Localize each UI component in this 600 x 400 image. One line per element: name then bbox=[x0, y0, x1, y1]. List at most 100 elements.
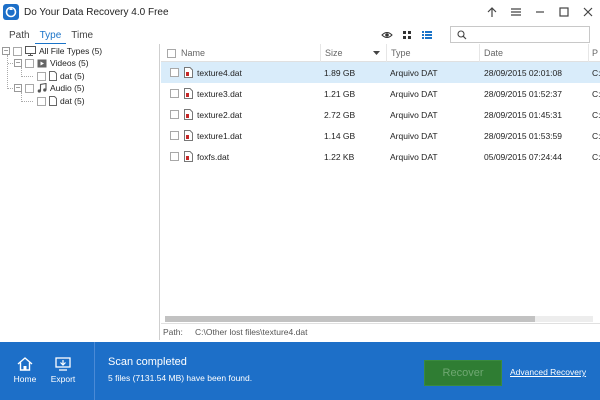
file-date: 28/09/2015 01:45:31 bbox=[484, 109, 562, 120]
file-icon bbox=[49, 96, 57, 106]
path-value: C:\Other lost files\texture4.dat bbox=[195, 326, 308, 337]
minimize-button[interactable] bbox=[528, 0, 552, 24]
list-view-icon bbox=[422, 31, 432, 39]
column-label: Size bbox=[325, 48, 343, 58]
file-name: texture3.dat bbox=[197, 88, 242, 99]
close-button[interactable] bbox=[576, 0, 600, 24]
file-size: 1.14 GB bbox=[324, 130, 356, 141]
scan-summary: 5 files (7131.54 MB) have been found. bbox=[108, 373, 253, 383]
file-table-body: texture4.dat 1.89 GB Arquivo DAT 28/09/2… bbox=[161, 62, 600, 167]
file-size: 2.72 GB bbox=[324, 109, 356, 120]
file-path: C: bbox=[592, 109, 600, 120]
column-header-size[interactable]: Size bbox=[321, 44, 387, 62]
window-title: Do Your Data Recovery 4.0 Free bbox=[24, 6, 169, 18]
horizontal-scrollbar[interactable] bbox=[165, 316, 593, 322]
checkbox[interactable] bbox=[13, 46, 22, 56]
maximize-icon bbox=[559, 7, 569, 17]
export-label: Export bbox=[50, 374, 76, 384]
collapse-toggle[interactable]: − bbox=[14, 59, 22, 67]
file-icon bbox=[184, 67, 193, 78]
file-name: texture2.dat bbox=[197, 109, 242, 120]
tree-node-all-file-types[interactable]: − All File Types (5) bbox=[2, 45, 102, 57]
table-row[interactable]: foxfs.dat 1.22 KB Arquivo DAT 05/09/2015… bbox=[161, 146, 600, 167]
file-path: C: bbox=[592, 88, 600, 99]
list-view-button[interactable] bbox=[421, 29, 433, 41]
column-label: Type bbox=[391, 48, 411, 58]
tab-time[interactable]: Time bbox=[66, 29, 98, 45]
row-checkbox[interactable] bbox=[170, 110, 179, 119]
file-icon bbox=[184, 130, 193, 141]
row-checkbox[interactable] bbox=[170, 68, 179, 77]
checkbox[interactable] bbox=[37, 71, 46, 81]
scrollbar-thumb[interactable] bbox=[165, 316, 535, 322]
table-row[interactable]: texture1.dat 1.14 GB Arquivo DAT 28/09/2… bbox=[161, 125, 600, 146]
close-icon bbox=[583, 7, 593, 17]
checkbox[interactable] bbox=[25, 58, 34, 68]
collapse-toggle[interactable]: − bbox=[14, 84, 22, 92]
scan-status: Scan completed bbox=[108, 356, 187, 368]
collapse-toggle[interactable]: − bbox=[2, 47, 10, 55]
music-icon bbox=[37, 83, 47, 93]
grid-view-button[interactable] bbox=[401, 29, 413, 41]
file-type: Arquivo DAT bbox=[390, 88, 438, 99]
tab-path[interactable]: Path bbox=[0, 29, 35, 45]
menu-button[interactable] bbox=[504, 0, 528, 24]
row-checkbox[interactable] bbox=[170, 89, 179, 98]
column-label: Date bbox=[484, 48, 504, 58]
eye-icon bbox=[381, 32, 393, 38]
tree-label: All File Types (5) bbox=[39, 46, 103, 56]
advanced-recovery-link[interactable]: Advanced Recovery bbox=[510, 367, 586, 377]
home-label: Home bbox=[13, 374, 37, 384]
title-bar: Do Your Data Recovery 4.0 Free bbox=[0, 0, 600, 24]
export-button[interactable]: Export bbox=[48, 357, 78, 384]
table-row[interactable]: texture4.dat 1.89 GB Arquivo DAT 28/09/2… bbox=[161, 62, 600, 83]
row-checkbox[interactable] bbox=[170, 152, 179, 161]
table-row[interactable]: texture2.dat 2.72 GB Arquivo DAT 28/09/2… bbox=[161, 104, 600, 125]
home-button[interactable]: Home bbox=[10, 357, 40, 384]
file-icon bbox=[184, 88, 193, 99]
column-header-path[interactable]: P bbox=[589, 44, 600, 62]
tree-label: dat (5) bbox=[60, 96, 85, 106]
file-table-header: Name Size Type Date P bbox=[161, 44, 600, 62]
row-checkbox[interactable] bbox=[170, 131, 179, 140]
app-logo-icon bbox=[3, 4, 19, 20]
file-type: Arquivo DAT bbox=[390, 130, 438, 141]
file-date: 28/09/2015 01:53:59 bbox=[484, 130, 562, 141]
file-size: 1.22 KB bbox=[324, 151, 355, 162]
file-path: C: bbox=[592, 130, 600, 141]
up-arrow-icon bbox=[487, 7, 497, 17]
checkbox[interactable] bbox=[25, 83, 34, 93]
tree-node-audio[interactable]: − Audio (5) bbox=[14, 82, 85, 94]
sort-descending-icon bbox=[373, 51, 380, 55]
column-header-type[interactable]: Type bbox=[387, 44, 480, 62]
tree-node-videos-dat[interactable]: dat (5) bbox=[37, 70, 85, 82]
tree-node-audio-dat[interactable]: dat (5) bbox=[37, 95, 85, 107]
select-all-checkbox[interactable] bbox=[167, 48, 176, 58]
tree-label: Audio (5) bbox=[50, 83, 85, 93]
upload-button[interactable] bbox=[480, 0, 504, 24]
search-input[interactable] bbox=[450, 26, 590, 43]
checkbox[interactable] bbox=[37, 96, 46, 106]
table-row[interactable]: texture3.dat 1.21 GB Arquivo DAT 28/09/2… bbox=[161, 83, 600, 104]
video-icon bbox=[37, 59, 47, 67]
tab-type[interactable]: Type bbox=[34, 29, 67, 45]
file-icon bbox=[184, 151, 193, 162]
column-label: Name bbox=[181, 48, 206, 58]
tree-label: dat (5) bbox=[60, 71, 85, 81]
column-header-name[interactable]: Name bbox=[161, 44, 321, 62]
recover-button[interactable]: Recover bbox=[424, 360, 502, 386]
divider bbox=[94, 342, 95, 400]
file-type-tree: − All File Types (5) − Videos (5) dat (5… bbox=[0, 44, 160, 340]
menu-icon bbox=[511, 8, 521, 16]
file-date: 28/09/2015 02:01:08 bbox=[484, 67, 562, 78]
column-header-date[interactable]: Date bbox=[480, 44, 589, 62]
preview-button[interactable] bbox=[381, 29, 393, 41]
grid-view-icon bbox=[403, 31, 411, 39]
file-name: texture4.dat bbox=[197, 67, 242, 78]
search-icon bbox=[457, 30, 467, 40]
tree-node-videos[interactable]: − Videos (5) bbox=[14, 57, 89, 69]
file-type: Arquivo DAT bbox=[390, 67, 438, 78]
maximize-button[interactable] bbox=[552, 0, 576, 24]
file-name: texture1.dat bbox=[197, 130, 242, 141]
view-tabs: Path Type Time bbox=[0, 29, 98, 45]
